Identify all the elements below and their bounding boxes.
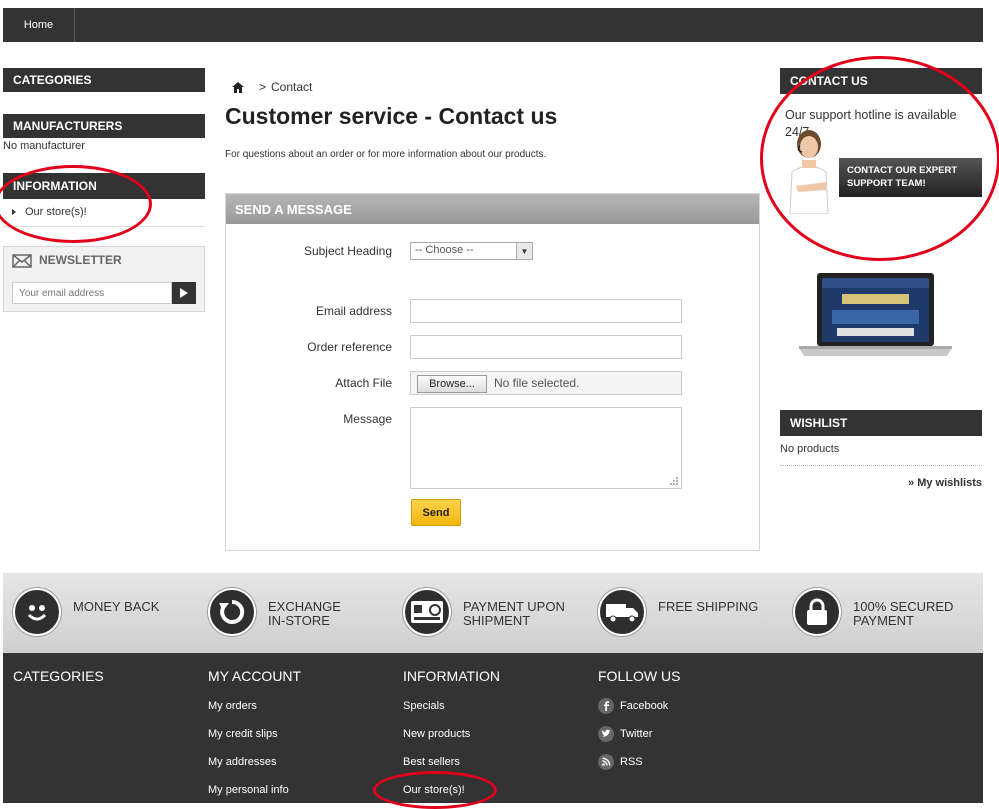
manufacturers-block-title[interactable]: MANUFACTURERS (3, 114, 205, 138)
information-item-label: Our store(s)! (25, 206, 87, 218)
form-header: SEND A MESSAGE (226, 194, 759, 224)
page-description: For questions about an order or for more… (225, 149, 547, 160)
caret-right-icon (12, 209, 16, 215)
wishlist-block-title[interactable]: WISHLIST (780, 410, 982, 436)
footer-follow-title: FOLLOW US (598, 668, 681, 684)
browse-button[interactable]: Browse... (417, 375, 487, 393)
footer-link-rss[interactable]: RSS (598, 754, 643, 770)
footer: CATEGORIES MY ACCOUNT My orders My credi… (3, 653, 983, 803)
email-label: Email address (315, 304, 392, 318)
page-title: Customer service - Contact us (225, 103, 558, 129)
send-button[interactable]: Send (411, 499, 461, 526)
chevron-down-icon[interactable]: ▼ (516, 243, 532, 259)
subject-select[interactable]: -- Choose -- ▼ (410, 242, 533, 260)
support-agent-image (789, 130, 829, 214)
my-wishlists-link[interactable]: » My wishlists (880, 477, 982, 489)
feature-exchange: EXCHANGE IN-STORE (208, 588, 341, 636)
contact-us-block-title[interactable]: CONTACT US (780, 68, 982, 94)
rss-label: RSS (620, 756, 643, 768)
order-reference-field[interactable] (410, 335, 682, 359)
footer-link-our-stores[interactable]: Our store(s)! (403, 784, 465, 796)
newsletter-title: NEWSLETTER (39, 253, 122, 267)
truck-icon (598, 588, 646, 636)
contact-support-button[interactable]: CONTACT OUR EXPERT SUPPORT TEAM! (839, 158, 982, 197)
breadcrumb: > Contact (232, 80, 312, 94)
footer-link-my-orders[interactable]: My orders (208, 700, 257, 712)
no-file-text: No file selected. (494, 376, 580, 390)
card-icon (403, 588, 451, 636)
subject-select-value: -- Choose -- (415, 244, 474, 256)
categories-block-title[interactable]: CATEGORIES (3, 68, 205, 92)
home-icon[interactable] (232, 81, 244, 93)
nav-home-link[interactable]: Home (3, 8, 75, 42)
footer-link-specials[interactable]: Specials (403, 700, 445, 712)
feature-line2: PAYMENT (853, 613, 914, 628)
twitter-icon (598, 726, 614, 742)
message-textarea[interactable] (410, 407, 682, 489)
feature-line1: EXCHANGE (268, 599, 341, 614)
order-reference-label: Order reference (307, 340, 392, 354)
feature-line1: FREE SHIPPING (658, 599, 759, 614)
smiley-icon (13, 588, 61, 636)
footer-account-title[interactable]: MY ACCOUNT (208, 668, 301, 684)
breadcrumb-separator: > (259, 80, 267, 94)
footer-link-personal-info[interactable]: My personal info (208, 784, 289, 796)
no-products-text: No products (780, 443, 840, 455)
newsletter-submit-button[interactable] (172, 282, 196, 304)
divider (3, 226, 205, 227)
file-input[interactable]: Browse... No file selected. (410, 371, 682, 395)
message-label: Message (343, 412, 392, 426)
refresh-icon (208, 588, 256, 636)
lock-icon (793, 588, 841, 636)
footer-categories-title[interactable]: CATEGORIES (13, 668, 104, 684)
footer-link-credit-slips[interactable]: My credit slips (208, 728, 278, 740)
footer-link-facebook[interactable]: Facebook (598, 698, 668, 714)
feature-line1: PAYMENT UPON (463, 599, 565, 614)
top-nav: Home (3, 8, 983, 42)
footer-link-new-products[interactable]: New products (403, 728, 470, 740)
newsletter-email-input[interactable] (12, 282, 172, 304)
envelope-icon (12, 254, 32, 268)
features-band: MONEY BACK EXCHANGE IN-STORE PAYMENT UPO… (3, 573, 983, 653)
footer-link-twitter[interactable]: Twitter (598, 726, 652, 742)
footer-link-best-sellers[interactable]: Best sellers (403, 756, 460, 768)
feature-secured-payment: 100% SECURED PAYMENT (793, 588, 953, 636)
information-item-stores[interactable]: Our store(s)! (12, 206, 87, 218)
email-field[interactable] (410, 299, 682, 323)
play-icon (180, 288, 188, 298)
feature-line1: MONEY BACK (73, 599, 160, 614)
contact-form: SEND A MESSAGE Subject Heading -- Choose… (225, 193, 760, 551)
footer-link-addresses[interactable]: My addresses (208, 756, 276, 768)
no-manufacturer-text: No manufacturer (3, 140, 85, 152)
information-block-title[interactable]: INFORMATION (3, 173, 205, 199)
newsletter-block: NEWSLETTER (3, 246, 205, 312)
breadcrumb-current: Contact (271, 80, 313, 94)
resize-handle-icon[interactable] (669, 476, 679, 486)
feature-line1: 100% SECURED (853, 599, 954, 614)
facebook-icon (598, 698, 614, 714)
feature-money-back: MONEY BACK (13, 588, 159, 636)
feature-line2: IN-STORE (268, 613, 330, 628)
rss-icon (598, 754, 614, 770)
feature-free-shipping: FREE SHIPPING (598, 588, 758, 636)
laptop-image[interactable] (797, 272, 954, 358)
footer-information-title[interactable]: INFORMATION (403, 668, 500, 684)
feature-payment-upon-shipment: PAYMENT UPON SHIPMENT (403, 588, 565, 636)
facebook-label: Facebook (620, 700, 669, 712)
subject-label: Subject Heading (303, 244, 392, 258)
attach-file-label: Attach File (335, 376, 392, 390)
feature-line2: SHIPMENT (463, 613, 531, 628)
divider (780, 465, 982, 466)
twitter-label: Twitter (620, 728, 653, 740)
